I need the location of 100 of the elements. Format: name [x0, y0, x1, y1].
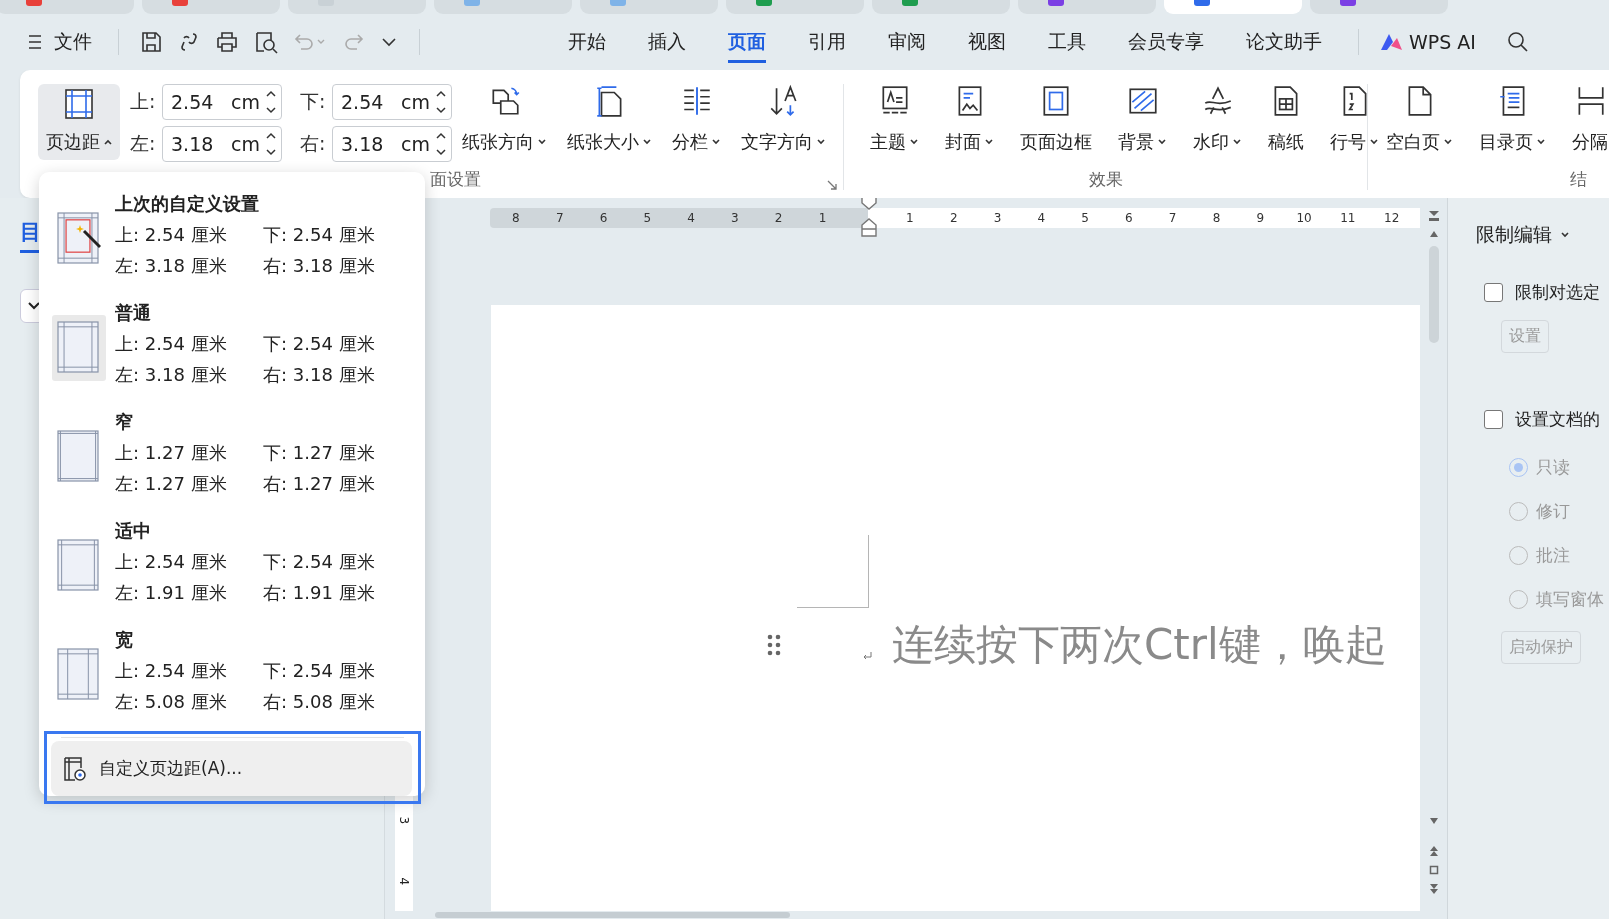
print-preview-icon[interactable] — [253, 30, 279, 54]
ribbon-tool[interactable]: 水印 — [1183, 84, 1252, 154]
margin-value: 下: 1.27 厘米 — [263, 440, 376, 465]
checkbox[interactable] — [1484, 409, 1503, 429]
ribbon-tool[interactable]: 背景 — [1108, 84, 1177, 154]
ribbon-tool[interactable]: 分隔 — [1562, 84, 1609, 154]
spinner-icon[interactable] — [435, 130, 447, 158]
preset-title[interactable]: 上次的自定义设置 — [115, 188, 411, 219]
ruler-number: 8 — [511, 210, 521, 227]
margin-value: 下: 2.54 厘米 — [263, 331, 376, 356]
document-tab[interactable] — [726, 0, 864, 14]
margin-value: 左: 1.27 厘米 — [115, 471, 228, 496]
preset-thumbnail[interactable] — [52, 315, 106, 381]
select-object-icon[interactable] — [1428, 865, 1439, 875]
ribbon-tool[interactable]: 封面 — [935, 84, 1004, 154]
preset-title[interactable]: 窄 — [115, 406, 411, 437]
margins-icon — [63, 88, 95, 120]
ruler-number: 11 — [1339, 210, 1357, 227]
ribbon-tool[interactable]: 纸张大小 — [557, 84, 662, 154]
margin-label: 下: — [300, 89, 327, 114]
ribbon-tab[interactable]: 审阅 — [888, 21, 926, 63]
file-menu[interactable]: 文件 — [22, 25, 98, 59]
spinner-icon[interactable] — [435, 88, 447, 116]
ruler-toggle-icon[interactable] — [1427, 210, 1440, 222]
ribbon-tab[interactable]: 工具 — [1048, 21, 1086, 63]
radio-label: 批注 — [1536, 543, 1570, 567]
ribbon-tool[interactable]: 文字方向 — [731, 84, 836, 154]
margin-value: 右: 5.08 厘米 — [263, 689, 376, 714]
group-label: 面设置 — [430, 168, 481, 191]
previous-page-icon[interactable] — [1428, 845, 1439, 857]
unit-label: cm — [401, 91, 431, 113]
preset-title[interactable]: 适中 — [115, 515, 411, 546]
ruler-number: 1 — [817, 210, 828, 227]
ruler-number: 8 — [1211, 210, 1222, 227]
ribbon-tool[interactable]: 目录页 — [1469, 84, 1556, 154]
ribbon-tool[interactable]: 空白页 — [1376, 84, 1463, 154]
document-tab[interactable] — [1310, 0, 1448, 14]
launcher-icon[interactable] — [827, 180, 837, 190]
margin-value: 右: 1.27 厘米 — [263, 471, 376, 496]
checkbox-label: 限制对选定 — [1515, 280, 1600, 304]
ribbon-tab[interactable]: 插入 — [648, 21, 686, 63]
margin-field[interactable]: 3.18 cm — [332, 126, 452, 162]
custom-margins-item[interactable]: 自定义页边距(A)... — [51, 741, 412, 796]
margin-value-text: 3.18 — [171, 133, 215, 155]
ruler-number: 3 — [730, 210, 740, 227]
margins-button[interactable]: 页边距 — [38, 84, 120, 160]
ribbon-tab[interactable]: 页面 — [728, 21, 766, 63]
panel-title[interactable]: 限制编辑 — [1476, 220, 1609, 250]
ribbon-tool[interactable]: 纸张方向 — [452, 84, 557, 154]
margin-value: 下: 2.54 厘米 — [263, 658, 376, 683]
ruler-number: 4 — [1036, 210, 1047, 227]
search-icon[interactable] — [1505, 30, 1530, 54]
ribbon-tab[interactable]: 会员专享 — [1128, 21, 1204, 63]
document-tab[interactable] — [1018, 0, 1156, 14]
document-tab[interactable] — [0, 0, 134, 14]
drag-handle-icon[interactable] — [767, 634, 781, 656]
ribbon-tab[interactable]: 引用 — [808, 21, 846, 63]
panel-title-text: 限制编辑 — [1476, 222, 1552, 247]
ruler-number: 7 — [1167, 210, 1178, 227]
document-tab[interactable] — [872, 0, 1010, 14]
ruler-number: 2 — [948, 210, 959, 227]
page-wand-icon — [57, 212, 101, 266]
preset-title[interactable]: 普通 — [115, 297, 411, 328]
wps-ai-button[interactable]: WPS AI — [1379, 31, 1476, 53]
margin-field[interactable]: 3.18 cm — [162, 126, 282, 162]
margin-value: 右: 3.18 厘米 — [263, 362, 376, 387]
ruler-number: 6 — [1124, 210, 1134, 227]
spinner-icon[interactable] — [265, 88, 277, 116]
unit-label: cm — [231, 91, 261, 113]
margin-field[interactable]: 2.54 cm — [162, 84, 282, 120]
margin-label: 左: — [130, 131, 157, 156]
ribbon-tool[interactable]: 稿纸 — [1258, 84, 1314, 154]
scroll-down-icon[interactable] — [1428, 817, 1439, 825]
ribbon-tool[interactable]: 页面边框 — [1010, 84, 1102, 154]
radio-label: 填写窗体 — [1536, 587, 1604, 611]
spinner-icon[interactable] — [265, 130, 277, 158]
margin-field[interactable]: 2.54 cm — [332, 84, 452, 120]
print-icon[interactable] — [215, 30, 239, 54]
ribbon-tab[interactable]: 开始 — [568, 21, 606, 63]
indent-marker-icon[interactable] — [860, 198, 878, 237]
checkbox[interactable] — [1484, 282, 1503, 302]
preset-title[interactable]: 宽 — [115, 624, 411, 655]
menu-icon — [28, 34, 42, 50]
margin-value: 左: 3.18 厘米 — [115, 253, 228, 278]
ruler-number: 4 — [396, 875, 412, 887]
margin-value: 上: 2.54 厘米 — [115, 331, 228, 356]
save-icon[interactable] — [139, 30, 163, 54]
margin-value-text: 2.54 — [341, 91, 385, 113]
ruler-number: 6 — [598, 210, 609, 227]
document-tab[interactable] — [1164, 0, 1302, 14]
scroll-up-icon[interactable] — [1428, 230, 1439, 238]
next-page-icon[interactable] — [1428, 883, 1439, 895]
ribbon-tool[interactable]: 分栏 — [662, 84, 731, 154]
margin-label: 右: — [300, 131, 327, 156]
document-tab[interactable] — [142, 0, 280, 14]
ribbon-tab[interactable]: 视图 — [968, 21, 1006, 63]
ruler-number: 4 — [686, 210, 696, 227]
ribbon-tool[interactable]: 主题 — [860, 84, 929, 154]
ribbon-tab[interactable]: 论文助手 — [1246, 21, 1322, 63]
margin-value: 上: 2.54 厘米 — [115, 222, 228, 247]
